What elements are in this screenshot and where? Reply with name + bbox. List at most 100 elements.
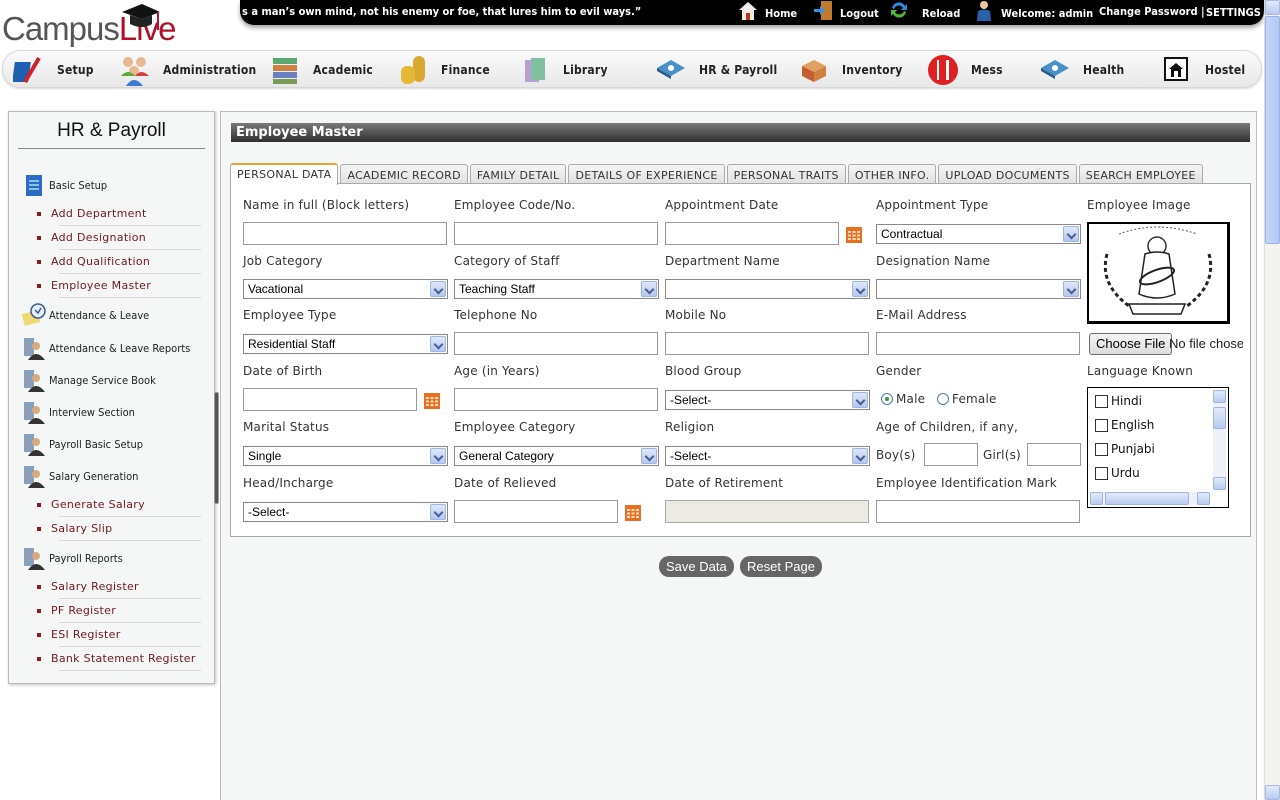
date-relieved-input[interactable] xyxy=(454,500,618,523)
marital-status-select[interactable]: Single xyxy=(243,446,448,466)
scrollbar-thumb[interactable] xyxy=(1265,16,1280,244)
gender-female-radio[interactable] xyxy=(937,393,949,405)
reload-link[interactable]: Reload xyxy=(888,2,960,21)
nav-finance[interactable]: Finance xyxy=(397,53,490,87)
blood-group-select[interactable]: -Select- xyxy=(665,390,870,410)
age-input[interactable] xyxy=(454,388,658,411)
head-incharge-label: Head/Incharge xyxy=(243,476,334,490)
sidebar-item-add-qualification[interactable]: Add Qualification xyxy=(37,255,201,274)
reset-page-button[interactable]: Reset Page xyxy=(740,556,822,577)
nav-health[interactable]: Health xyxy=(1039,53,1124,87)
telephone-input[interactable] xyxy=(454,332,658,355)
checkbox[interactable] xyxy=(1095,466,1108,480)
name-full-input[interactable] xyxy=(243,222,447,245)
sidebar-section-manage-service-book[interactable]: Manage Service Book xyxy=(21,367,156,393)
language-item-english[interactable]: English xyxy=(1095,418,1154,432)
employee-category-select[interactable]: General Category xyxy=(454,446,659,466)
mobile-input[interactable] xyxy=(665,332,869,355)
boys-age-input[interactable] xyxy=(924,443,978,466)
sidebar-section-salary-generation[interactable]: Salary Generation xyxy=(21,463,138,489)
nav-academic[interactable]: Academic xyxy=(269,53,373,87)
sidebar-item-generate-salary[interactable]: Generate Salary xyxy=(37,498,201,517)
religion-select[interactable]: -Select- xyxy=(665,446,870,466)
checkbox[interactable] xyxy=(1095,394,1108,408)
tab-academic-record[interactable]: ACADEMIC RECORD xyxy=(340,164,468,185)
item-label: Salary Register xyxy=(51,580,139,593)
setup-icon xyxy=(13,56,41,84)
logout-link[interactable]: Logout xyxy=(812,1,879,21)
sidebar-section-basic-setup[interactable]: Basic Setup xyxy=(21,172,107,198)
home-link[interactable]: Home xyxy=(737,2,797,21)
sidebar-item-bank-statement-register[interactable]: Bank Statement Register xyxy=(37,652,201,671)
head-incharge-select[interactable]: -Select- xyxy=(243,502,448,522)
dob-input[interactable] xyxy=(243,388,417,411)
language-list[interactable]: Hindi English Punjabi Urdu xyxy=(1087,387,1229,508)
sidebar-item-salary-register[interactable]: Salary Register xyxy=(37,580,201,599)
scroll-right-button[interactable] xyxy=(1197,492,1210,505)
language-item-punjabi[interactable]: Punjabi xyxy=(1095,442,1155,456)
department-name-select[interactable] xyxy=(665,279,870,299)
sidebar-item-add-department[interactable]: Add Department xyxy=(37,207,201,226)
sidebar-item-employee-master[interactable]: Employee Master xyxy=(37,279,201,298)
category-of-staff-select[interactable]: Teaching Staff xyxy=(454,279,659,299)
sidebar-item-add-designation[interactable]: Add Designation xyxy=(37,231,201,250)
scroll-up-button[interactable] xyxy=(1213,390,1226,403)
tab-upload-documents[interactable]: UPLOAD DOCUMENTS xyxy=(938,164,1077,185)
tab-personal-traits[interactable]: PERSONAL TRAITS xyxy=(726,164,846,185)
tab-family-detail[interactable]: FAMILY DETAIL xyxy=(469,164,567,185)
tab-details-of-experience[interactable]: DETAILS OF EXPERIENCE xyxy=(568,164,725,185)
identification-mark-input[interactable] xyxy=(876,500,1080,523)
sidebar-item-pf-register[interactable]: PF Register xyxy=(37,604,201,623)
sidebar-section-attendance-leave-reports[interactable]: Attendance & Leave Reports xyxy=(21,335,190,361)
job-category-select[interactable]: Vacational xyxy=(243,279,448,299)
tab-search-employee[interactable]: SEARCH EMPLOYEE xyxy=(1078,164,1203,185)
sidebar-item-salary-slip[interactable]: Salary Slip xyxy=(37,522,201,541)
sidebar-collapse-handle[interactable] xyxy=(214,392,219,504)
nav-administration[interactable]: Administration xyxy=(119,53,256,87)
sidebar-section-attendance-leave[interactable]: Attendance & Leave xyxy=(21,302,149,328)
calendar-icon[interactable] xyxy=(625,505,641,521)
gender-male-radio[interactable] xyxy=(881,393,893,405)
save-data-button[interactable]: Save Data xyxy=(659,556,734,577)
nav-hostel[interactable]: Hostel xyxy=(1161,53,1245,87)
calendar-icon[interactable] xyxy=(846,227,862,243)
choose-file-button[interactable]: Choose File xyxy=(1089,333,1173,355)
nav-library[interactable]: Library xyxy=(519,53,608,87)
checkbox[interactable] xyxy=(1095,442,1108,456)
nav-hr-payroll[interactable]: HR & Payroll xyxy=(655,53,777,87)
scrollbar-thumb[interactable] xyxy=(1105,492,1189,505)
designation-name-select[interactable] xyxy=(876,279,1081,299)
item-label: Bank Statement Register xyxy=(51,652,196,665)
item-label: ESI Register xyxy=(51,628,121,641)
change-password-link[interactable]: Change Password | xyxy=(1099,5,1205,18)
language-horizontal-scrollbar[interactable] xyxy=(1090,492,1210,505)
scroll-down-button[interactable] xyxy=(1265,785,1280,800)
email-input[interactable] xyxy=(876,332,1080,355)
employee-code-input[interactable] xyxy=(454,222,658,245)
language-item-hindi[interactable]: Hindi xyxy=(1095,394,1142,408)
language-item-urdu[interactable]: Urdu xyxy=(1095,466,1140,480)
appointment-date-input[interactable] xyxy=(665,222,839,245)
nav-setup[interactable]: Setup xyxy=(13,53,94,87)
tab-other-info[interactable]: OTHER INFO. xyxy=(847,164,937,185)
appointment-type-select[interactable]: Contractual xyxy=(876,224,1081,244)
calendar-icon[interactable] xyxy=(424,393,440,409)
sidebar-item-esi-register[interactable]: ESI Register xyxy=(37,628,201,647)
scroll-left-button[interactable] xyxy=(1090,492,1103,505)
select-value: Single xyxy=(248,449,282,463)
scroll-down-button[interactable] xyxy=(1213,477,1226,490)
tab-personal-data[interactable]: PERSONAL DATA xyxy=(230,163,339,185)
nav-mess[interactable]: Mess xyxy=(927,53,1003,87)
nav-inventory[interactable]: Inventory xyxy=(798,53,903,87)
scrollbar-thumb[interactable] xyxy=(1213,407,1226,429)
campuslive-logo[interactable]: CampusLive xyxy=(2,2,176,48)
employee-type-select[interactable]: Residential Staff xyxy=(243,334,448,354)
language-vertical-scrollbar[interactable] xyxy=(1213,390,1226,490)
sidebar-section-interview-section[interactable]: Interview Section xyxy=(21,399,135,425)
girls-age-input[interactable] xyxy=(1027,443,1081,466)
checkbox[interactable] xyxy=(1095,418,1108,432)
nav-label: Library xyxy=(563,63,608,77)
sidebar-section-payroll-reports[interactable]: Payroll Reports xyxy=(21,545,123,571)
scroll-up-button[interactable] xyxy=(1265,0,1280,15)
sidebar-section-payroll-basic-setup[interactable]: Payroll Basic Setup xyxy=(21,431,143,457)
